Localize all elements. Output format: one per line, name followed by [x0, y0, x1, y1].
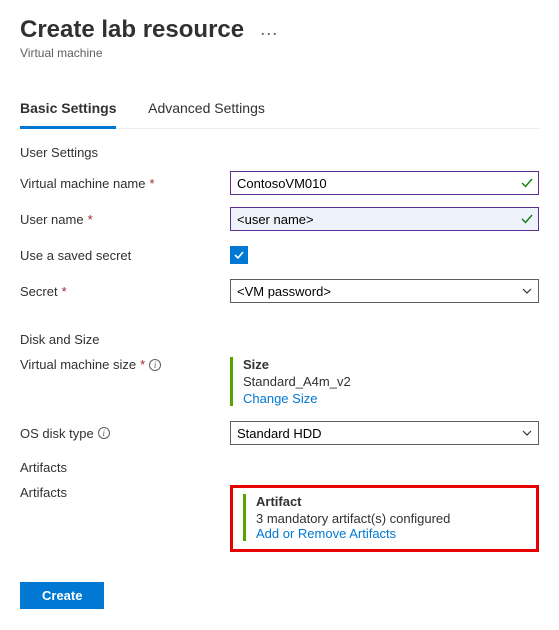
change-size-link[interactable]: Change Size [243, 391, 539, 406]
artifact-highlight-box: Artifact 3 mandatory artifact(s) configu… [230, 485, 539, 552]
required-indicator: * [88, 212, 93, 227]
artifact-title: Artifact [256, 494, 526, 509]
size-value: Standard_A4m_v2 [243, 374, 539, 389]
page-subtitle: Virtual machine [20, 46, 539, 60]
info-icon[interactable]: i [98, 427, 110, 439]
size-title: Size [243, 357, 539, 372]
label-saved-secret: Use a saved secret [20, 248, 131, 263]
tab-advanced-settings[interactable]: Advanced Settings [148, 90, 265, 126]
section-disk-size: Disk and Size [20, 332, 539, 347]
required-indicator: * [62, 284, 67, 299]
os-disk-select[interactable] [230, 421, 539, 445]
label-secret: Secret [20, 284, 58, 299]
secret-select[interactable] [230, 279, 539, 303]
required-indicator: * [140, 357, 145, 372]
section-user-settings: User Settings [20, 145, 539, 160]
required-indicator: * [150, 176, 155, 191]
label-vm-size: Virtual machine size [20, 357, 136, 372]
more-actions-button[interactable]: ··· [260, 23, 278, 43]
tabs-bar: Basic Settings Advanced Settings [20, 90, 539, 129]
artifact-status: 3 mandatory artifact(s) configured [256, 511, 526, 526]
saved-secret-checkbox[interactable] [230, 246, 248, 264]
create-button[interactable]: Create [20, 582, 104, 609]
vm-name-input[interactable] [230, 171, 539, 195]
label-vm-name: Virtual machine name [20, 176, 146, 191]
tab-basic-settings[interactable]: Basic Settings [20, 90, 116, 129]
add-remove-artifacts-link[interactable]: Add or Remove Artifacts [256, 526, 526, 541]
label-user-name: User name [20, 212, 84, 227]
label-os-disk: OS disk type [20, 426, 94, 441]
info-icon[interactable]: i [149, 359, 161, 371]
section-artifacts: Artifacts [20, 460, 539, 475]
vm-size-block: Size Standard_A4m_v2 Change Size [230, 357, 539, 406]
user-name-input[interactable] [230, 207, 539, 231]
page-title: Create lab resource [20, 16, 244, 44]
label-artifacts: Artifacts [20, 485, 67, 500]
